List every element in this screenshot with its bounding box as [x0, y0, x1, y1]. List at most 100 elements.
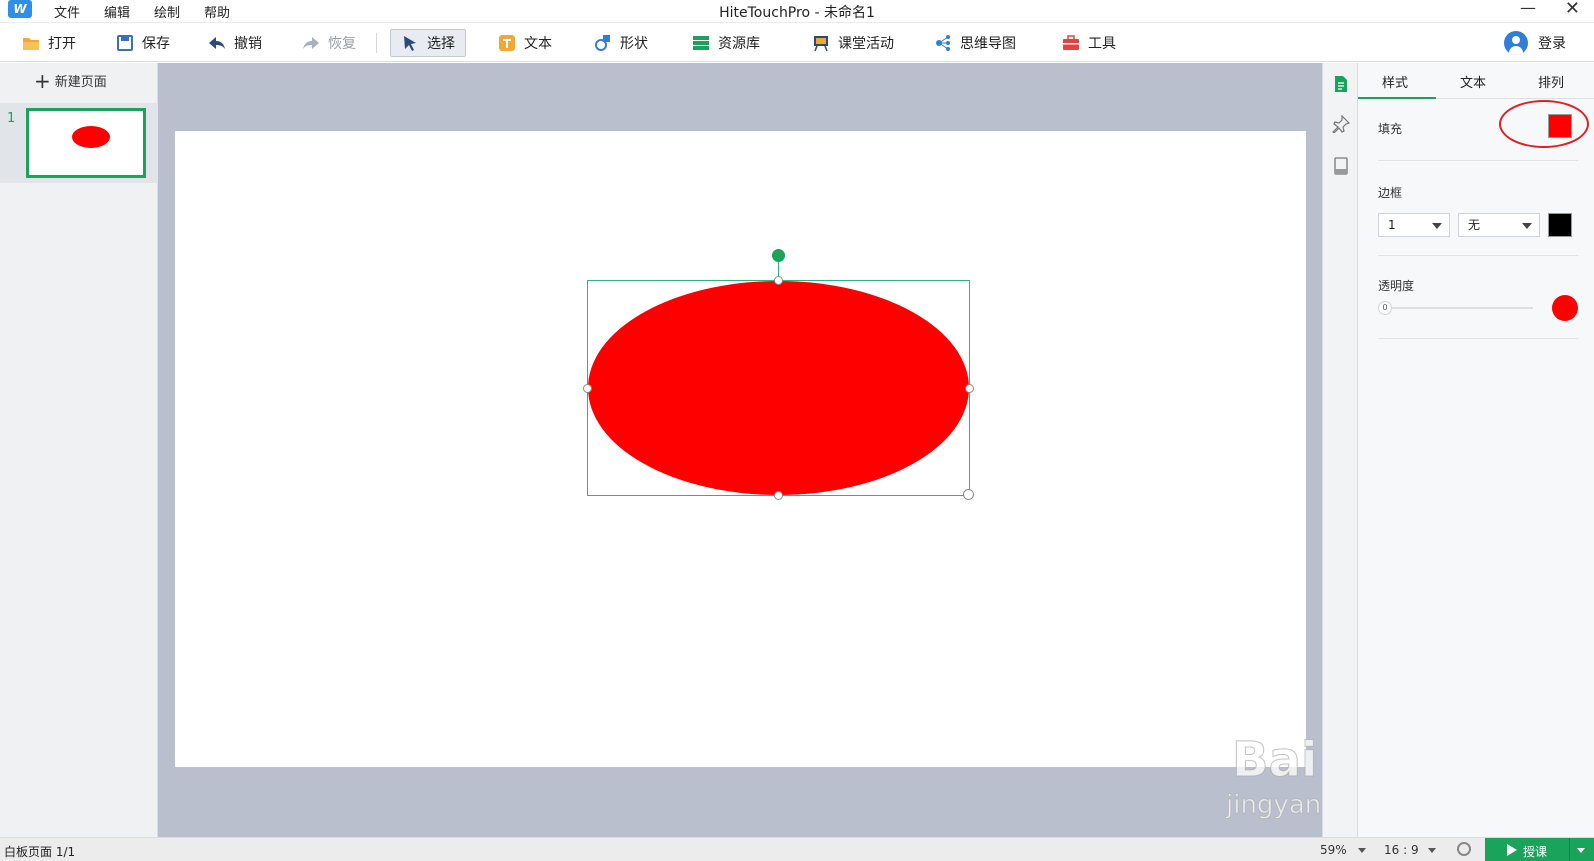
- book-icon[interactable]: [1332, 157, 1350, 175]
- document-icon[interactable]: [1332, 75, 1350, 93]
- resize-handle-corner[interactable]: [963, 489, 974, 500]
- divider: [1378, 255, 1578, 256]
- save-label: 保存: [142, 36, 170, 52]
- annotation-circle: [1499, 100, 1589, 148]
- status-bar: 白板页面 1/1 59% 16 : 9 授课: [0, 837, 1594, 861]
- opacity-label: 透明度: [1378, 279, 1415, 293]
- selection-box: [587, 280, 970, 496]
- play-icon: [1507, 844, 1517, 856]
- undo-label: 撤销: [234, 36, 262, 52]
- menu-draw[interactable]: 绘制: [154, 2, 180, 21]
- chevron-down-icon[interactable]: [1577, 848, 1585, 853]
- menu-file[interactable]: 文件: [54, 2, 80, 21]
- class-activity-label: 课堂活动: [838, 36, 894, 52]
- page-status: 白板页面 1/1: [4, 845, 76, 859]
- minimize-icon[interactable]: —: [1520, 0, 1536, 17]
- properties-panel: 样式 文本 排列 填充 边框 1 无 透明度 0: [1358, 63, 1594, 837]
- library-icon: [693, 36, 709, 50]
- chevron-down-icon[interactable]: [1358, 848, 1366, 853]
- rotate-handle[interactable]: [772, 249, 785, 262]
- folder-icon: [23, 38, 39, 50]
- menu-help[interactable]: 帮助: [204, 2, 230, 21]
- mind-map-button[interactable]: 思维导图: [934, 29, 1016, 57]
- active-tab-indicator: [1358, 97, 1436, 99]
- undo-icon: [209, 37, 225, 49]
- open-label: 打开: [48, 36, 76, 52]
- tools-label: 工具: [1088, 36, 1116, 52]
- open-button[interactable]: 打开: [22, 29, 76, 57]
- tab-style[interactable]: 样式: [1382, 72, 1408, 91]
- menu-edit[interactable]: 编辑: [104, 2, 130, 21]
- aspect-ratio-select[interactable]: 16 : 9: [1384, 843, 1419, 857]
- fill-label: 填充: [1378, 122, 1403, 136]
- divider: [1378, 160, 1578, 161]
- zoom-select[interactable]: 59%: [1320, 843, 1347, 857]
- undo-button[interactable]: 撤销: [208, 29, 262, 57]
- side-icon-strip: [1322, 63, 1358, 837]
- resize-handle-top[interactable]: [774, 276, 783, 285]
- text-label: 文本: [524, 36, 552, 52]
- tab-arrange[interactable]: 排列: [1538, 72, 1564, 91]
- page-list-panel: + 新建页面 1: [0, 63, 158, 837]
- redo-label: 恢复: [328, 36, 356, 52]
- tab-text[interactable]: 文本: [1460, 72, 1486, 91]
- divider: [1378, 338, 1578, 339]
- tools-button[interactable]: 工具: [1062, 29, 1116, 57]
- class-activity-button[interactable]: 课堂活动: [812, 29, 894, 57]
- redo-button[interactable]: 恢复: [302, 29, 356, 57]
- border-label: 边框: [1378, 186, 1403, 200]
- cursor-icon: [404, 36, 416, 51]
- app-logo-icon[interactable]: W: [8, 0, 32, 18]
- border-style-select[interactable]: 无: [1458, 213, 1540, 237]
- new-page-label: 新建页面: [54, 75, 107, 90]
- select-label: 选择: [427, 36, 455, 52]
- resize-handle-bottom[interactable]: [774, 491, 783, 500]
- border-width-value: 1: [1388, 218, 1396, 232]
- window-title: HiteTouchPro - 未命名1: [719, 5, 875, 21]
- shape-label: 形状: [620, 36, 648, 52]
- resize-handle-right[interactable]: [965, 384, 974, 393]
- sync-icon[interactable]: [1457, 842, 1471, 856]
- pin-icon[interactable]: [1332, 115, 1350, 133]
- resources-label: 资源库: [718, 36, 760, 52]
- border-width-select[interactable]: 1: [1378, 213, 1450, 237]
- chevron-down-icon[interactable]: [1428, 848, 1436, 853]
- plus-icon: +: [34, 68, 51, 93]
- resources-button[interactable]: 资源库: [692, 29, 760, 57]
- login-button[interactable]: 登录: [1504, 29, 1566, 57]
- user-avatar-icon: [1504, 31, 1528, 55]
- toolbar-divider: [376, 33, 377, 53]
- chevron-down-icon: [1432, 223, 1442, 229]
- mind-map-label: 思维导图: [960, 36, 1016, 52]
- button-divider: [1569, 838, 1570, 861]
- new-page-button[interactable]: + 新建页面: [34, 68, 107, 93]
- title-bar: W 文件 编辑 绘制 帮助 HiteTouchPro - 未命名1 — ✕: [0, 0, 1594, 22]
- teach-label: 授课: [1523, 845, 1548, 859]
- opacity-slider-track[interactable]: [1388, 307, 1533, 309]
- redo-icon: [303, 37, 319, 49]
- shape-button[interactable]: 形状: [594, 29, 648, 57]
- thumbnail-ellipse: [72, 126, 110, 148]
- login-label: 登录: [1538, 36, 1566, 52]
- text-icon: [499, 35, 515, 51]
- resize-handle-left[interactable]: [583, 384, 592, 393]
- page-thumbnail-item[interactable]: 1: [0, 103, 158, 183]
- toolbox-icon: [1063, 35, 1079, 50]
- page-thumbnail[interactable]: [26, 108, 146, 178]
- border-style-value: 无: [1468, 218, 1481, 232]
- shape-icon: [595, 35, 610, 51]
- border-color-swatch[interactable]: [1548, 213, 1572, 237]
- select-button[interactable]: 选择: [390, 29, 466, 57]
- text-button[interactable]: 文本: [498, 29, 552, 57]
- opacity-slider-knob[interactable]: 0: [1378, 301, 1392, 315]
- toolbar: 打开 保存 撤销 恢复 选择 文本 形状 资源库 课堂活动 思维导图 工具 登录: [0, 22, 1594, 62]
- properties-tabs: 样式 文本 排列: [1358, 63, 1594, 99]
- chevron-down-icon: [1522, 223, 1532, 229]
- mind-map-icon: [936, 35, 950, 51]
- page-number: 1: [7, 111, 16, 126]
- opacity-color-preview: [1552, 295, 1578, 321]
- teach-button[interactable]: 授课: [1485, 838, 1594, 861]
- save-button[interactable]: 保存: [116, 29, 170, 57]
- activity-icon: [814, 36, 828, 52]
- close-icon[interactable]: ✕: [1565, 0, 1580, 19]
